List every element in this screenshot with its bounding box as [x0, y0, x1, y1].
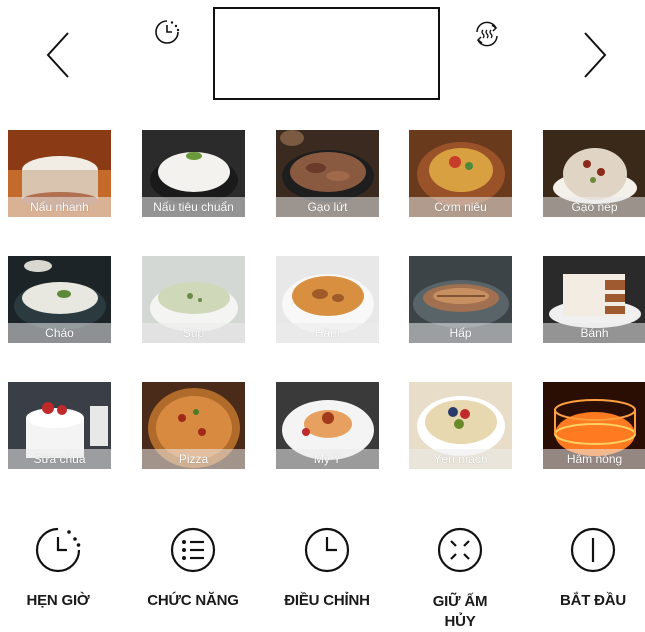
program-tile-porridge[interactable]: Cháo [8, 256, 111, 343]
program-tile-cake[interactable]: Bánh [543, 256, 645, 343]
steam-cycle-icon [476, 21, 498, 47]
program-label: Bánh [543, 323, 645, 343]
program-label: Hấp [409, 323, 512, 343]
program-label: Cơm niêu [409, 197, 512, 217]
program-label: Hầm [276, 323, 379, 343]
program-label: Nấu nhanh [8, 197, 111, 217]
program-tile-clay-pot-rice[interactable]: Cơm niêu [409, 130, 512, 217]
program-label: Súp [142, 323, 245, 343]
program-label: Nấu tiêu chuẩn [142, 197, 245, 217]
start-control-label[interactable]: BẮT ĐẦU [548, 592, 638, 609]
program-tile-sticky-rice[interactable]: Gạo nếp [543, 130, 645, 217]
program-tile-soup[interactable]: Súp [142, 256, 245, 343]
power-start-icon [570, 527, 616, 573]
function-control-label[interactable]: CHỨC NĂNG [138, 592, 248, 609]
program-tile-spaghetti[interactable]: Mỳ Ý [276, 382, 379, 469]
program-tile-yogurt[interactable]: Sữa chua [8, 382, 111, 469]
keep-warm-cancel-icon [437, 527, 483, 573]
timer-control-button[interactable] [33, 525, 83, 575]
function-control-button[interactable] [168, 525, 218, 575]
next-button[interactable] [575, 25, 615, 85]
timer-icon [35, 527, 81, 573]
timer-indicator [153, 18, 181, 46]
chevron-left-icon [46, 32, 69, 78]
timer-control-label[interactable]: HẸN GIỜ [18, 592, 98, 609]
program-label: Gạo nếp [543, 197, 645, 217]
keep-warm-cancel-label[interactable]: GIỮ ẤM HỦY [410, 592, 510, 632]
keep-warm-cancel-button[interactable] [435, 525, 485, 575]
program-label: Mỳ Ý [276, 449, 379, 469]
program-label: Cháo [8, 323, 111, 343]
steam-indicator [472, 20, 502, 48]
program-tile-stew[interactable]: Hầm [276, 256, 379, 343]
display-screen [213, 7, 440, 100]
start-control-button[interactable] [568, 525, 618, 575]
program-tile-reheat[interactable]: Hâm nóng [543, 382, 645, 469]
program-label: Pizza [142, 449, 245, 469]
program-tile-quick-cook[interactable]: Nấu nhanh [8, 130, 111, 217]
chevron-right-icon [584, 32, 607, 78]
program-tile-standard-cook[interactable]: Nấu tiêu chuẩn [142, 130, 245, 217]
adjust-control-button[interactable] [302, 525, 352, 575]
clock-icon [304, 527, 350, 573]
program-tile-pizza[interactable]: Pizza [142, 382, 245, 469]
program-tile-oatmeal[interactable]: Yến mạch [409, 382, 512, 469]
program-label: Gạo lứt [276, 197, 379, 217]
program-label: Sữa chua [8, 449, 111, 469]
program-tile-steam[interactable]: Hấp [409, 256, 512, 343]
timer-icon [155, 20, 180, 44]
menu-list-icon [170, 527, 216, 573]
prev-button[interactable] [40, 25, 80, 85]
program-label: Hâm nóng [543, 449, 645, 469]
program-tile-brown-rice[interactable]: Gạo lứt [276, 130, 379, 217]
program-label: Yến mạch [409, 449, 512, 469]
adjust-control-label[interactable]: ĐIỀU CHỈNH [272, 592, 382, 609]
